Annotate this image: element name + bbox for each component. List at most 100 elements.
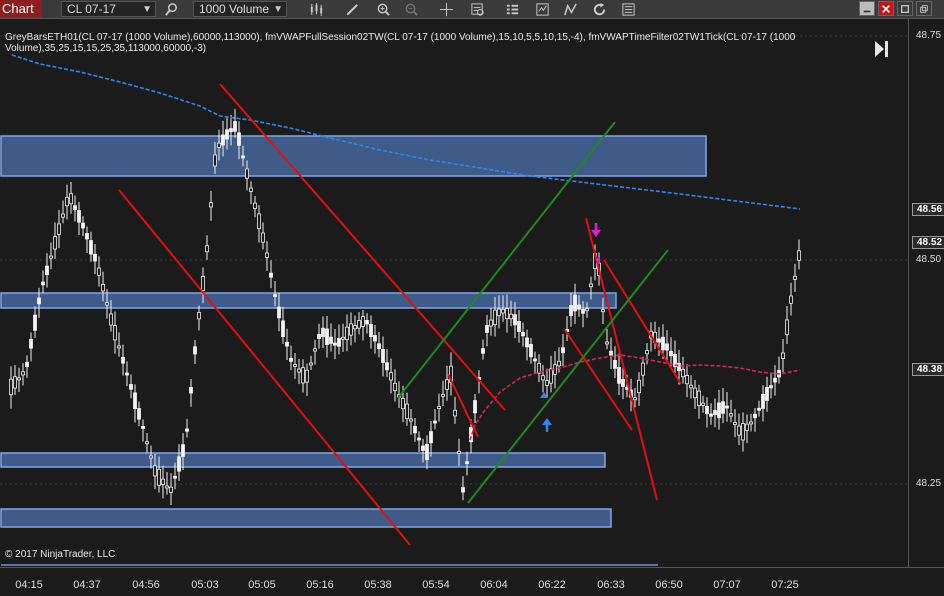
candle-body (69, 193, 73, 205)
maximize-button[interactable] (897, 1, 913, 16)
candle-body (209, 202, 213, 208)
candle-body (25, 361, 29, 368)
candle-body (609, 350, 613, 356)
candle-body (81, 222, 85, 229)
x-tick-label: 04:56 (132, 579, 160, 591)
candle-body (21, 371, 25, 376)
candle-body (741, 423, 745, 441)
candle-body (773, 377, 777, 383)
refresh-icon[interactable] (589, 0, 609, 18)
candle-body (173, 475, 177, 479)
drawing-tools-icon[interactable] (560, 0, 580, 18)
properties-icon[interactable] (502, 0, 522, 18)
zoom-out-icon[interactable] (401, 0, 421, 18)
x-tick-label: 05:16 (306, 579, 334, 591)
candle-body (225, 129, 229, 140)
candle-body (177, 456, 181, 472)
bars-icon[interactable] (306, 0, 326, 18)
candle-body (245, 168, 249, 179)
candle-body (621, 379, 625, 387)
candle-body (525, 337, 529, 348)
candle-body (125, 372, 129, 376)
candle-body (29, 338, 33, 349)
candle-body (369, 324, 373, 338)
scroll-to-end-icon[interactable] (873, 38, 889, 60)
candle-body (753, 413, 757, 419)
candle-body (529, 343, 533, 358)
candle-body (761, 394, 765, 409)
candle-body (161, 478, 165, 485)
candle-body (233, 121, 237, 132)
zone-rectangle[interactable] (0, 452, 606, 468)
pencil-icon[interactable] (342, 0, 362, 18)
chart-trader-icon[interactable] (618, 0, 638, 18)
close-button[interactable] (878, 1, 894, 16)
strategies-icon[interactable] (532, 0, 552, 18)
candle-body (349, 323, 353, 336)
candle-body (501, 308, 505, 314)
candle-body (441, 393, 445, 397)
candle-body (781, 352, 785, 359)
x-tick-label: 06:04 (480, 579, 508, 591)
candle-body (665, 343, 669, 351)
chart-panel[interactable] (0, 19, 908, 567)
candle-body (513, 314, 517, 326)
y-tick-label: 48.75 (916, 30, 942, 41)
candle-body (417, 437, 421, 441)
candle-body (541, 375, 545, 381)
candle-body (569, 305, 573, 316)
price-chart[interactable] (0, 19, 908, 567)
zone-rectangle[interactable] (0, 292, 617, 309)
candle-body (697, 390, 701, 406)
candle-body (133, 392, 137, 409)
zoom-in-icon[interactable] (373, 0, 393, 18)
candle-body (581, 309, 585, 314)
candle-body (217, 142, 221, 148)
time-axis[interactable]: 04:15 04:37 04:56 05:03 05:05 05:16 05:3… (0, 567, 944, 596)
instrument-selector[interactable]: CL 07-17 ▼ (61, 1, 156, 17)
candle-body (181, 444, 185, 457)
candle-body (705, 406, 709, 414)
x-tick-label: 05:03 (191, 579, 219, 591)
candle-body (197, 312, 201, 320)
candle-body (669, 350, 673, 357)
candle-body (641, 362, 645, 376)
minimize-button[interactable] (859, 1, 875, 16)
vwap-full-session-line (11, 54, 801, 210)
candle-body (745, 423, 749, 431)
candle-body (45, 265, 49, 276)
data-box-icon[interactable] (467, 0, 487, 18)
candle-body (785, 319, 789, 336)
candle-body (465, 461, 469, 465)
x-tick-label: 06:22 (538, 579, 566, 591)
candle-body (281, 320, 285, 337)
candle-body (713, 410, 717, 415)
candle-body (269, 272, 273, 278)
chart-tab[interactable]: Chart (0, 0, 42, 18)
candle-body (521, 332, 525, 337)
interval-selector[interactable]: 1000 Volume ▼ (193, 1, 287, 17)
restore-button[interactable] (916, 1, 932, 16)
candle-body (613, 360, 617, 369)
candle-body (393, 382, 397, 392)
candle-body (645, 350, 649, 355)
candle-body (357, 320, 361, 329)
candle-body (277, 306, 281, 319)
crosshair-icon[interactable] (436, 0, 456, 18)
search-icon[interactable] (161, 0, 181, 18)
candle-body (145, 441, 149, 445)
candle-body (481, 348, 485, 354)
candle-body (757, 407, 761, 411)
candle-body (37, 297, 41, 305)
candle-body (677, 362, 681, 372)
candle-body (473, 400, 477, 414)
candle-body (489, 319, 493, 327)
price-marker: 48.38 (912, 363, 944, 376)
candle-body (373, 335, 377, 342)
zone-rectangle[interactable] (0, 508, 612, 528)
down-arrow-marker (591, 223, 601, 237)
candle-body (409, 418, 413, 422)
price-axis[interactable]: 48.75 48.50 48.25 48.56 48.52 48.38 (908, 19, 944, 567)
candle-body (361, 316, 365, 327)
candle-body (605, 341, 609, 345)
